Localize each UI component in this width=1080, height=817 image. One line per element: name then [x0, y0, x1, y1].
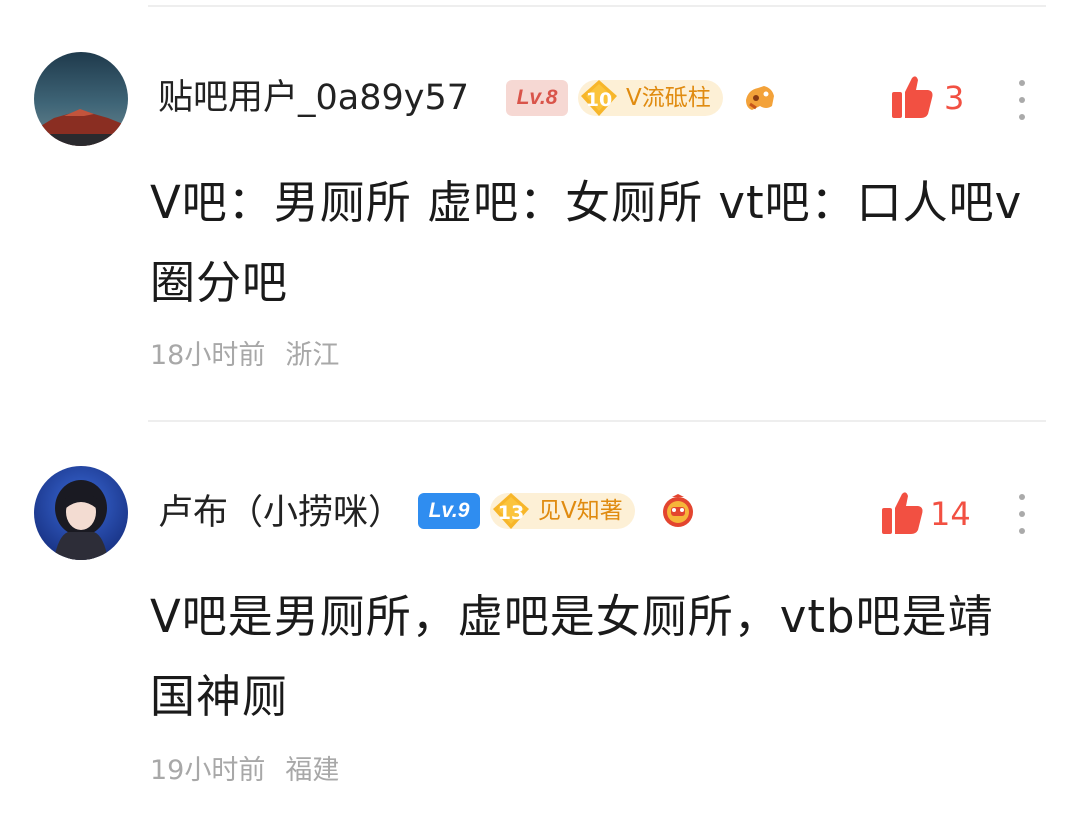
like-count: 14: [930, 495, 971, 533]
username[interactable]: 卢布（小捞咪）: [158, 491, 403, 535]
like-button[interactable]: 14: [880, 490, 980, 538]
thumbs-up-icon: [882, 492, 923, 534]
mountain-sunset-avatar-icon: [34, 52, 128, 146]
comment-time: 19小时前: [150, 755, 266, 786]
honor-level: 10: [585, 89, 613, 111]
like-count: 3: [944, 79, 965, 117]
comment-meta: 18小时前 浙江: [150, 338, 339, 374]
honor-label: 见V知著: [538, 498, 623, 524]
honor-level: 13: [497, 502, 525, 524]
comment-location: 福建: [285, 755, 340, 786]
comment-content: V吧：男厕所 虚吧：女厕所 vt吧：口人吧v圈分吧: [150, 176, 1023, 309]
user-avatar[interactable]: [34, 466, 128, 560]
user-avatar[interactable]: [34, 52, 128, 146]
lion-emblem-icon: [663, 494, 693, 527]
comment-time: 18小时前: [150, 340, 266, 371]
thumbs-up-icon: [892, 76, 933, 118]
username[interactable]: 贴吧用户_0a89y57: [158, 76, 469, 120]
level-badge: Lv.8: [506, 80, 568, 116]
controller-emblem-icon: [746, 86, 774, 110]
anime-girl-avatar-icon: [34, 466, 128, 560]
honor-tag: 13 见V知著: [490, 493, 635, 529]
level-badge: Lv.9: [418, 493, 480, 529]
like-button[interactable]: 3: [890, 74, 970, 122]
honor-label: V流砥柱: [626, 85, 711, 111]
comment-location: 浙江: [285, 340, 340, 371]
honor-tag: 10 V流砥柱: [578, 80, 723, 116]
comment-content: V吧是男厕所，虚吧是女厕所，vtb吧是靖国神厕: [150, 590, 994, 723]
comment-divider: [148, 420, 1046, 422]
more-options-icon[interactable]: [1016, 492, 1028, 536]
more-options-icon[interactable]: [1016, 78, 1028, 122]
top-divider: [148, 5, 1046, 7]
comment-meta: 19小时前 福建: [150, 753, 339, 789]
